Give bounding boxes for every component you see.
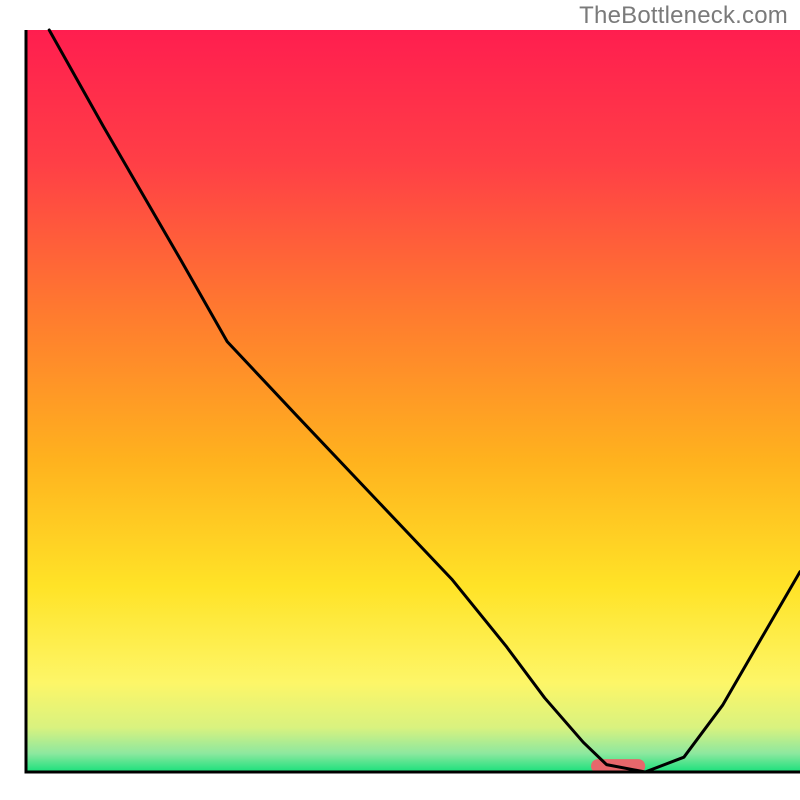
- chart-canvas: [0, 0, 800, 800]
- bottleneck-chart: TheBottleneck.com: [0, 0, 800, 800]
- watermark-text: TheBottleneck.com: [579, 2, 788, 30]
- plot-background: [26, 30, 800, 772]
